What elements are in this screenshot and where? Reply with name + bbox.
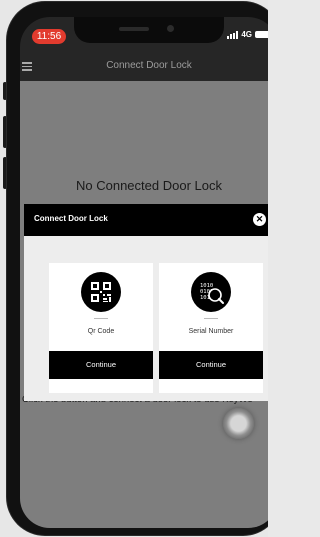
status-indicators: 4G <box>227 30 268 39</box>
network-type: 4G <box>241 30 252 39</box>
floating-action-button[interactable] <box>223 408 254 439</box>
empty-state-title: No Connected Door Lock <box>76 178 222 193</box>
front-camera <box>167 25 174 32</box>
page-title: Connect Door Lock <box>106 60 192 71</box>
status-time: 11:56 <box>32 29 66 44</box>
signal-icon <box>227 30 239 39</box>
app-screenshot: 11:56 4G Connect Door Lock No Connected … <box>0 0 268 537</box>
continue-button-serial-number[interactable]: Continue <box>159 351 263 379</box>
modal-body: Qr Code Continue 1010 0101 1010 Serial N… <box>24 236 268 401</box>
divider <box>204 318 218 319</box>
phone-screen: 11:56 4G Connect Door Lock No Connected … <box>20 17 268 528</box>
notch <box>74 17 224 43</box>
option-card-serial-number: 1010 0101 1010 Serial Number Continue <box>159 263 263 393</box>
app-header: Connect Door Lock <box>20 53 268 81</box>
continue-button-qr-code[interactable]: Continue <box>49 351 153 379</box>
qr-code-icon <box>81 272 121 312</box>
close-button[interactable]: ✕ <box>253 213 266 226</box>
option-label: Serial Number <box>188 328 234 335</box>
battery-icon <box>255 31 268 38</box>
speaker <box>119 27 149 31</box>
divider <box>94 318 108 319</box>
option-card-qr-code: Qr Code Continue <box>49 263 153 393</box>
modal-title: Connect Door Lock <box>34 214 108 223</box>
connect-door-lock-modal: Connect Door Lock ✕ Qr Code Continue 101… <box>24 204 268 401</box>
modal-header: Connect Door Lock ✕ <box>24 204 268 236</box>
option-label: Qr Code <box>87 328 115 335</box>
serial-number-icon: 1010 0101 1010 <box>191 272 231 312</box>
